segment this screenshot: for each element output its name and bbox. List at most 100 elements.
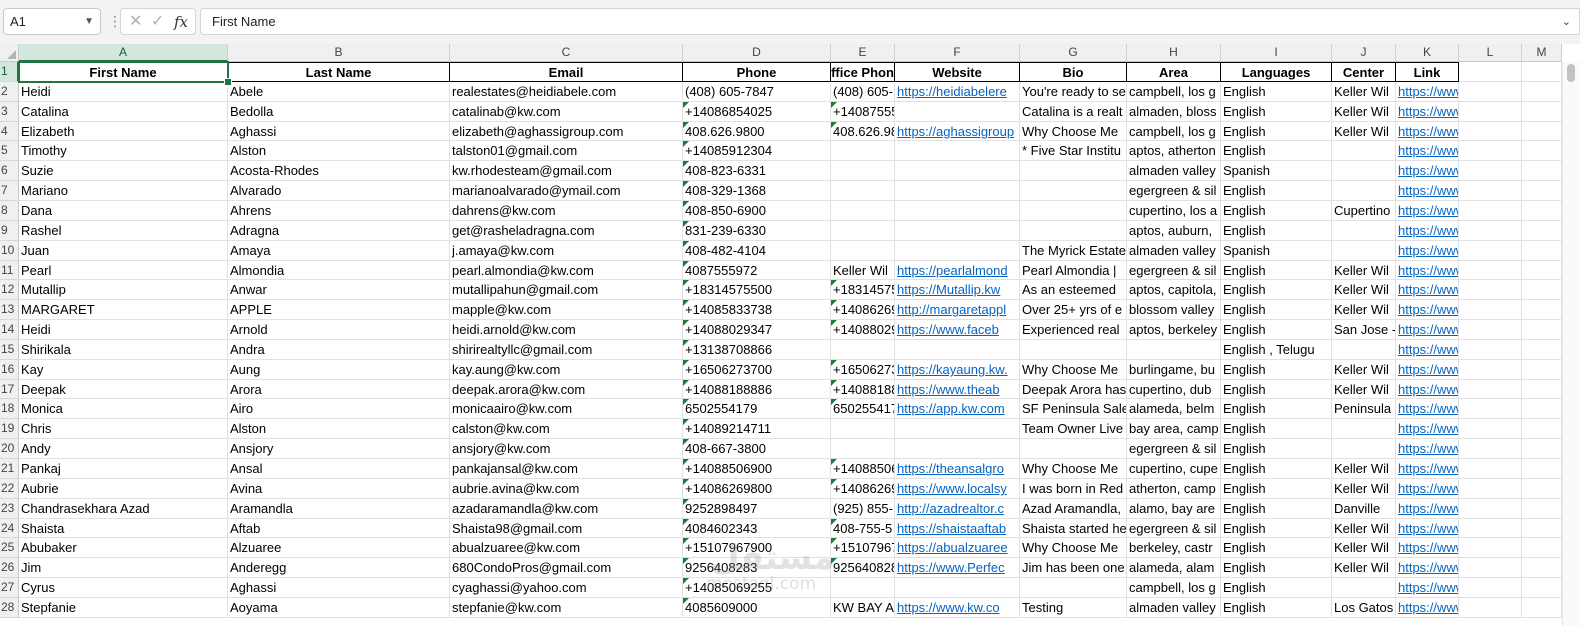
table-cell[interactable]: pankajansal@kw.com [450, 459, 683, 479]
table-cell[interactable]: Alston [228, 419, 450, 439]
table-cell[interactable]: monicaairo@kw.com [450, 399, 683, 419]
table-cell[interactable]: https://www.theab [895, 380, 1020, 399]
row-header[interactable]: 6 [0, 161, 19, 181]
table-cell[interactable]: https://www.Perfec [895, 558, 1020, 578]
column-header-l[interactable]: L [1459, 44, 1522, 62]
table-cell[interactable] [831, 241, 895, 261]
row-header[interactable]: 9 [0, 221, 19, 241]
table-cell[interactable] [1127, 340, 1221, 360]
header-cell[interactable]: Email [450, 62, 683, 82]
table-cell[interactable] [1522, 300, 1562, 320]
column-header-e[interactable]: E [831, 44, 895, 62]
table-cell[interactable] [1459, 558, 1522, 578]
table-cell[interactable]: Suzie [19, 161, 228, 181]
table-cell[interactable] [1459, 102, 1522, 122]
table-cell[interactable] [831, 141, 895, 161]
table-cell[interactable]: English [1221, 201, 1332, 221]
table-cell[interactable] [1332, 141, 1396, 161]
table-cell[interactable] [1522, 519, 1562, 538]
table-cell[interactable]: As an esteemed [1020, 280, 1127, 300]
table-cell[interactable] [1522, 280, 1562, 300]
table-cell[interactable]: San Jose - [1332, 320, 1396, 340]
table-cell[interactable]: Keller Wil [1332, 380, 1396, 399]
table-cell[interactable]: Bedolla [228, 102, 450, 122]
table-cell[interactable]: Monica [19, 399, 228, 419]
table-cell[interactable]: Arora [228, 380, 450, 399]
table-cell[interactable]: English [1221, 181, 1332, 201]
table-cell[interactable]: https://kayaung.kw. [895, 360, 1020, 380]
row-header[interactable]: 17 [0, 380, 19, 399]
table-cell[interactable] [1459, 340, 1522, 360]
table-cell[interactable]: mapple@kw.com [450, 300, 683, 320]
table-cell[interactable] [831, 340, 895, 360]
table-cell[interactable] [831, 578, 895, 598]
table-cell[interactable]: +15107967 [831, 538, 895, 558]
table-cell[interactable]: Keller Wil [1332, 82, 1396, 102]
table-cell[interactable]: English [1221, 519, 1332, 538]
table-cell[interactable] [1522, 380, 1562, 399]
table-cell[interactable]: https://www.kw.com/age [1396, 439, 1459, 459]
column-header-g[interactable]: G [1020, 44, 1127, 62]
table-cell[interactable]: Keller Wil [1332, 261, 1396, 280]
table-cell[interactable]: dahrens@kw.com [450, 201, 683, 221]
table-cell[interactable]: Heidi [19, 82, 228, 102]
table-cell[interactable]: https://www.kw.com/age [1396, 141, 1459, 161]
table-cell[interactable]: English , Telugu [1221, 340, 1332, 360]
table-cell[interactable]: campbell, los g [1127, 122, 1221, 141]
table-cell[interactable] [1522, 479, 1562, 499]
cancel-icon[interactable]: ✕ [129, 12, 142, 32]
table-cell[interactable] [1332, 221, 1396, 241]
table-cell[interactable]: https://www.kw.com/age [1396, 82, 1459, 102]
table-cell[interactable]: https://www.kw.com/age [1396, 519, 1459, 538]
table-cell[interactable]: https://www.kw.com/age [1396, 261, 1459, 280]
table-cell[interactable] [1332, 439, 1396, 459]
table-cell[interactable] [1459, 439, 1522, 459]
table-cell[interactable] [1459, 241, 1522, 261]
table-cell[interactable]: Los Gatos [1332, 598, 1396, 618]
table-cell[interactable]: English [1221, 538, 1332, 558]
table-cell[interactable]: alameda, alam [1127, 558, 1221, 578]
table-cell[interactable]: Danville [1332, 499, 1396, 519]
table-cell[interactable] [1459, 82, 1522, 102]
table-cell[interactable]: Mariano [19, 181, 228, 201]
table-cell[interactable]: Alvarado [228, 181, 450, 201]
table-cell[interactable]: https://Mutallip.kw [895, 280, 1020, 300]
table-cell[interactable] [895, 221, 1020, 241]
table-cell[interactable]: Experienced real [1020, 320, 1127, 340]
column-header-i[interactable]: I [1221, 44, 1332, 62]
table-cell[interactable]: +14088188 [831, 380, 895, 399]
table-cell[interactable]: English [1221, 479, 1332, 499]
table-cell[interactable]: (925) 855- [831, 499, 895, 519]
column-header-j[interactable]: J [1332, 44, 1396, 62]
table-cell[interactable]: burlingame, bu [1127, 360, 1221, 380]
table-cell[interactable]: English [1221, 300, 1332, 320]
table-cell[interactable]: +14087555972 [831, 102, 895, 122]
table-cell[interactable] [1332, 181, 1396, 201]
table-cell[interactable]: 4085609000 [683, 598, 831, 618]
table-cell[interactable]: +14088029347 [683, 320, 831, 340]
table-cell[interactable]: +14085833738 [683, 300, 831, 320]
table-cell[interactable] [1522, 161, 1562, 181]
row-header[interactable]: 19 [0, 419, 19, 439]
table-cell[interactable]: stepfanie@kw.com [450, 598, 683, 618]
table-cell[interactable] [1522, 399, 1562, 419]
table-cell[interactable]: 408.626.9800 [683, 122, 831, 141]
table-cell[interactable]: Ansal [228, 459, 450, 479]
table-cell[interactable]: +14086269 [831, 300, 895, 320]
table-cell[interactable]: almaden valley [1127, 241, 1221, 261]
table-cell[interactable] [1459, 280, 1522, 300]
table-cell[interactable] [1459, 479, 1522, 499]
table-cell[interactable]: Elizabeth [19, 122, 228, 141]
table-cell[interactable]: cupertino, los a [1127, 201, 1221, 221]
table-cell[interactable]: Keller Wil [1332, 459, 1396, 479]
table-cell[interactable] [1459, 399, 1522, 419]
header-cell[interactable]: Languages [1221, 62, 1332, 82]
table-cell[interactable]: Juan [19, 241, 228, 261]
table-cell[interactable] [1332, 578, 1396, 598]
table-cell[interactable] [831, 201, 895, 221]
table-cell[interactable] [895, 181, 1020, 201]
table-cell[interactable] [1522, 419, 1562, 439]
table-cell[interactable]: Pearl Almondia | [1020, 261, 1127, 280]
table-cell[interactable]: Why Choose Me [1020, 459, 1127, 479]
table-cell[interactable]: https://www.kw.com/age [1396, 479, 1459, 499]
